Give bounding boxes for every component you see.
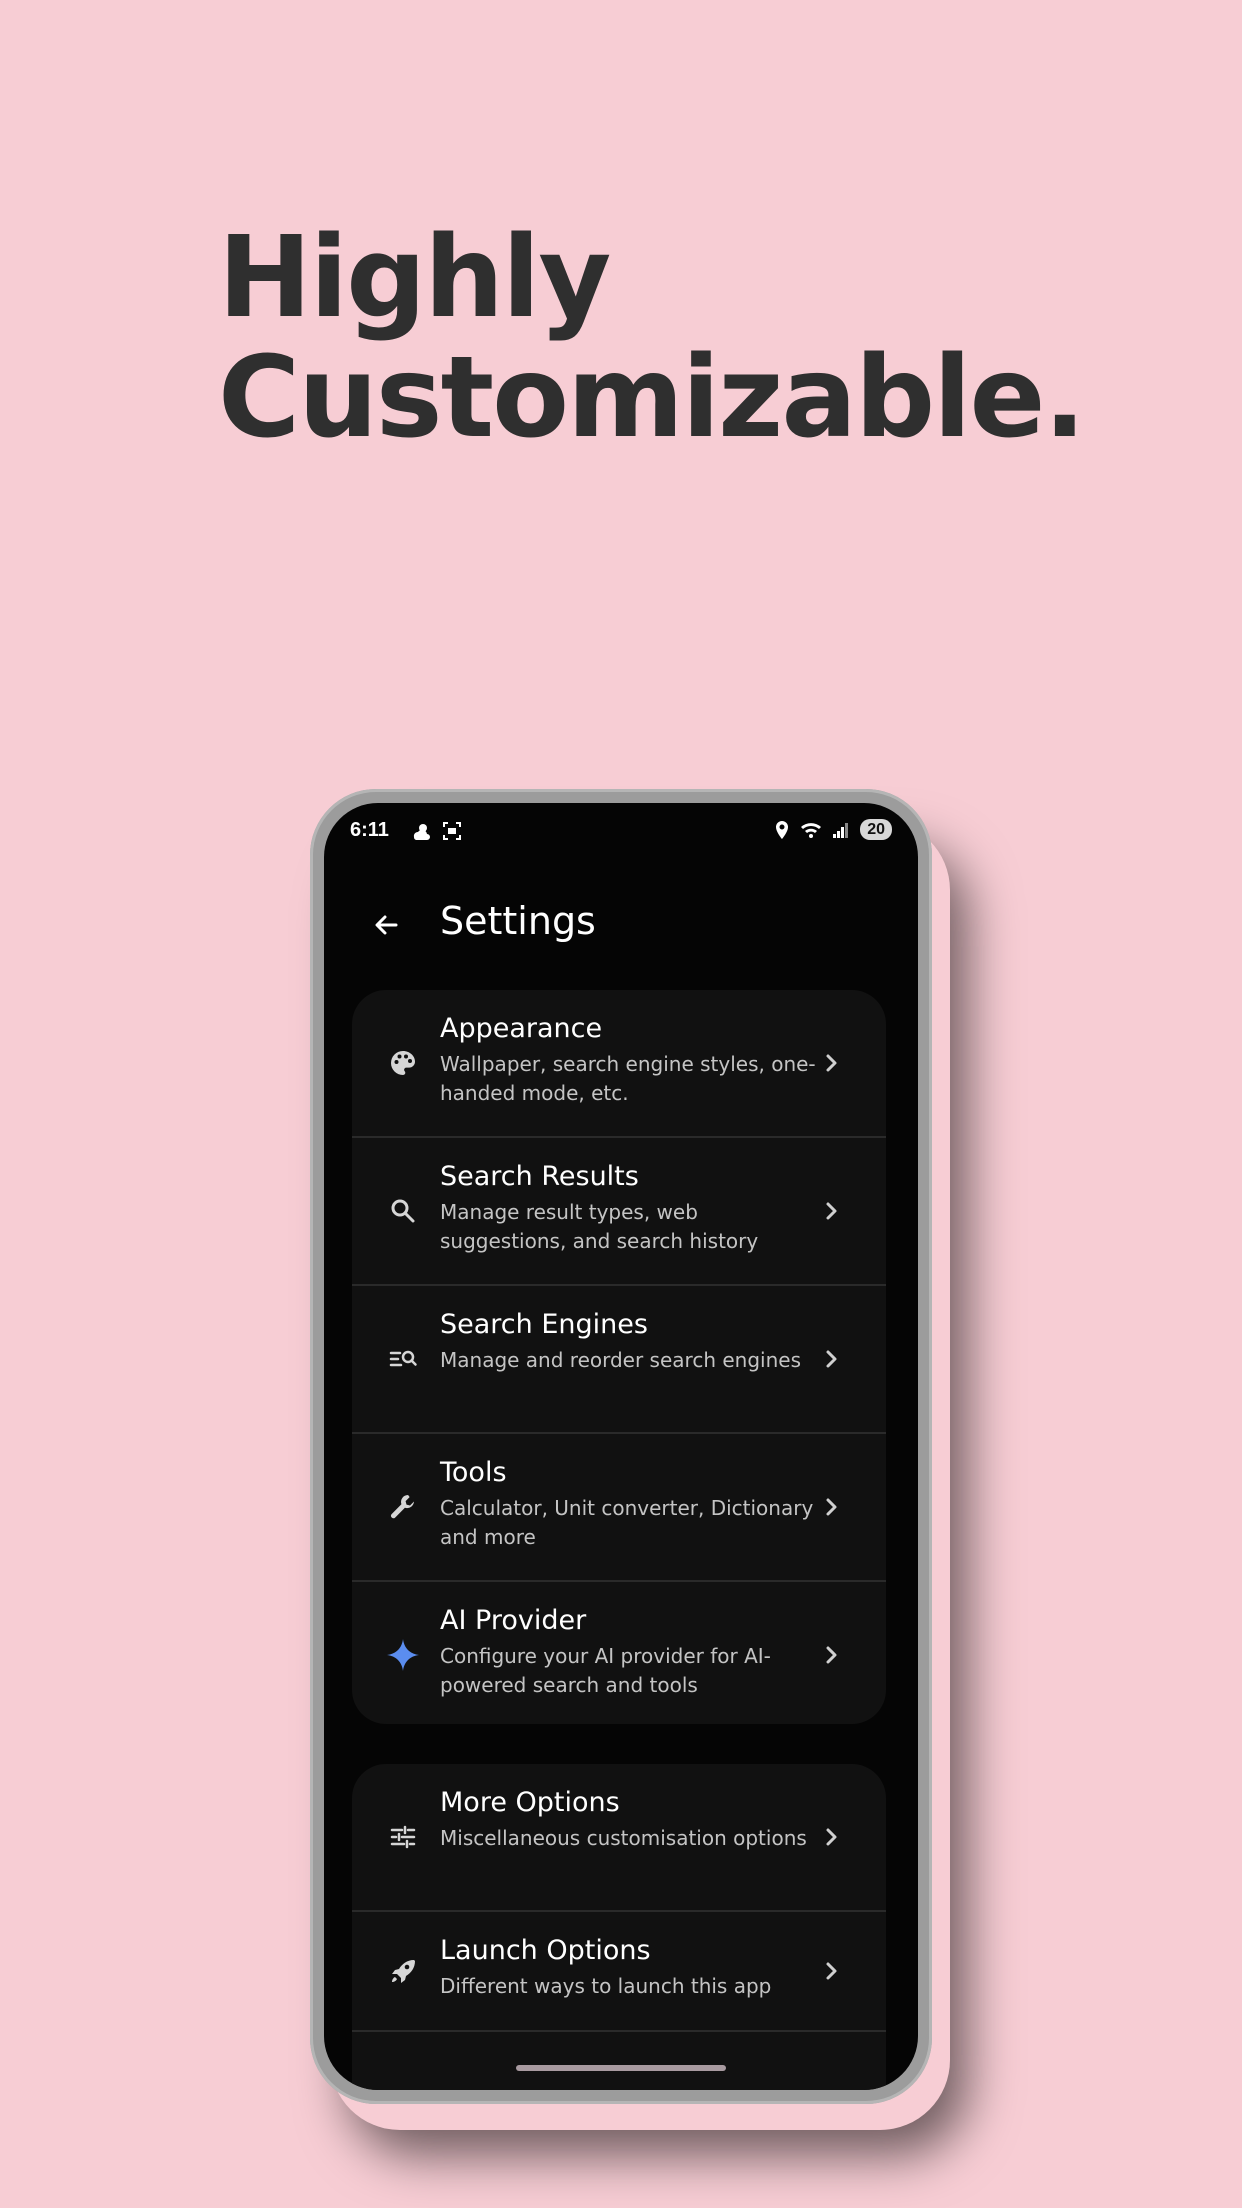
settings-item-appearance[interactable]: Appearance Wallpaper, search engine styl… bbox=[352, 990, 886, 1136]
status-left-icons bbox=[410, 821, 462, 841]
chevron-right-icon bbox=[826, 1828, 837, 1846]
headline: Highly Customizable. bbox=[218, 213, 1086, 463]
headline-line-1: Highly bbox=[218, 213, 611, 343]
back-button[interactable] bbox=[368, 907, 404, 943]
settings-item-subtitle: Miscellaneous customisation options bbox=[440, 1826, 807, 1850]
settings-item-title: Tools bbox=[440, 1457, 507, 1488]
chevron-right-icon bbox=[826, 1054, 837, 1072]
settings-item-more-options[interactable]: More Options Miscellaneous customisation… bbox=[352, 1764, 886, 1910]
location-icon bbox=[776, 820, 789, 839]
settings-item-title: Search Results bbox=[440, 1161, 639, 1192]
wifi-icon bbox=[801, 822, 822, 838]
signal-icon bbox=[833, 822, 849, 838]
headline-line-2: Customizable. bbox=[218, 333, 1086, 463]
status-bar: 6:11 20 bbox=[324, 803, 918, 859]
wrench-icon bbox=[391, 1495, 414, 1519]
settings-item-subtitle: Manage and reorder search engines bbox=[440, 1348, 801, 1372]
divider bbox=[352, 2030, 886, 2032]
home-indicator[interactable] bbox=[516, 2065, 726, 2071]
rocket-icon bbox=[392, 1960, 415, 1983]
palette-icon bbox=[391, 1051, 415, 1075]
settings-item-launch-options[interactable]: Launch Options Different ways to launch … bbox=[352, 1912, 886, 2030]
chevron-right-icon bbox=[826, 1202, 837, 1220]
phone-screen: 6:11 20 Settings Appearance Wallpaper, s… bbox=[324, 803, 918, 2090]
settings-item-subtitle: Manage result types, web suggestions, an… bbox=[440, 1200, 759, 1253]
settings-item-tools[interactable]: Tools Calculator, Unit converter, Dictio… bbox=[352, 1434, 886, 1580]
page-title: Settings bbox=[440, 899, 596, 943]
settings-item-subtitle: Wallpaper, search engine styles, one-han… bbox=[440, 1052, 816, 1105]
settings-item-search-results[interactable]: Search Results Manage result types, web … bbox=[352, 1138, 886, 1284]
screenshot-icon bbox=[443, 822, 461, 840]
settings-card-main: Appearance Wallpaper, search engine styl… bbox=[352, 990, 886, 1724]
settings-item-title: More Options bbox=[440, 1787, 620, 1818]
status-right-icons: 20 bbox=[774, 819, 892, 840]
tune-icon bbox=[390, 1825, 416, 1849]
app-bar: Settings bbox=[324, 889, 918, 959]
settings-item-subtitle: Calculator, Unit converter, Dictionary a… bbox=[440, 1496, 814, 1549]
settings-item-title: Search Engines bbox=[440, 1309, 648, 1340]
chevron-right-icon bbox=[826, 1350, 837, 1368]
chevron-right-icon bbox=[826, 1498, 837, 1516]
weather-icon bbox=[413, 824, 430, 840]
settings-item-ai-provider[interactable]: AI Provider Configure your AI provider f… bbox=[352, 1582, 886, 1724]
search-icon bbox=[391, 1199, 415, 1223]
phone-frame: 6:11 20 Settings Appearance Wallpaper, s… bbox=[310, 789, 932, 2104]
status-time: 6:11 bbox=[350, 819, 389, 841]
settings-item-title: Appearance bbox=[440, 1013, 603, 1044]
settings-item-subtitle: Different ways to launch this app bbox=[440, 1974, 772, 1998]
settings-item-title: Launch Options bbox=[440, 1935, 651, 1966]
settings-item-search-engines[interactable]: Search Engines Manage and reorder search… bbox=[352, 1286, 886, 1432]
settings-card-more: More Options Miscellaneous customisation… bbox=[352, 1764, 886, 2090]
manage-search-icon bbox=[389, 1350, 417, 1367]
settings-item-title: AI Provider bbox=[440, 1605, 587, 1636]
sparkle-icon bbox=[387, 1639, 419, 1671]
chevron-right-icon bbox=[826, 1646, 837, 1664]
chevron-right-icon bbox=[826, 1962, 837, 1980]
battery-indicator: 20 bbox=[860, 819, 892, 840]
arrow-left-icon bbox=[375, 915, 398, 935]
settings-item-subtitle: Configure your AI provider for AI-powere… bbox=[440, 1644, 771, 1697]
